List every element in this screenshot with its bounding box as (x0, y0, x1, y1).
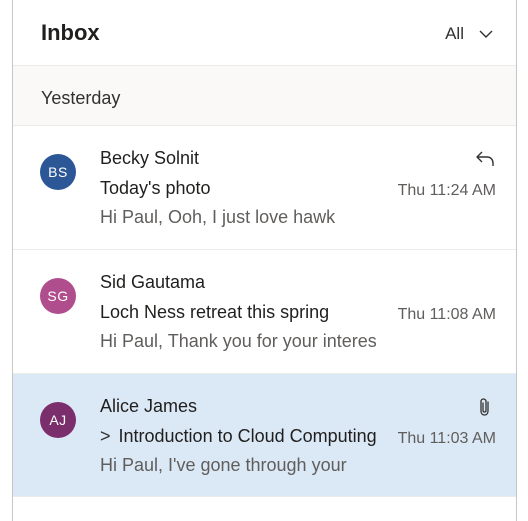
message-preview: Hi Paul, Thank you for your interest (100, 331, 376, 351)
message-list-pane: Inbox All Yesterday BS Becky Solnit Toda… (12, 0, 517, 521)
avatar: AJ (40, 402, 76, 438)
message-subject: > Introduction to Cloud Computing (100, 426, 376, 447)
chevron-down-icon (479, 30, 493, 38)
group-header-yesterday: Yesterday (13, 66, 516, 126)
message-preview: Hi Paul, I've gone through your (100, 455, 347, 475)
message-subject: Loch Ness retreat this spring (100, 302, 330, 322)
group-label: Yesterday (41, 88, 121, 108)
thread-expand-icon[interactable]: > (100, 426, 111, 446)
message-item-selected[interactable]: AJ Alice James > Introduction to Cloud Co… (13, 374, 516, 497)
page-title: Inbox (41, 20, 100, 45)
message-item[interactable]: BS Becky Solnit Today's photo Thu 11:24 … (13, 126, 516, 250)
reply-icon[interactable] (474, 148, 496, 170)
message-sender: Becky Solnit (100, 148, 200, 168)
filter-label: All (445, 24, 464, 43)
avatar: SG (40, 278, 76, 314)
inbox-header: Inbox All (13, 0, 516, 66)
avatar: BS (40, 154, 76, 190)
message-time: Thu 11:03 AM (397, 430, 496, 447)
message-subject: Today's photo (100, 178, 211, 198)
filter-dropdown[interactable]: All (445, 22, 494, 46)
message-item[interactable]: SG Sid Gautama Loch Ness retreat this sp… (13, 250, 516, 374)
message-subject-text: Introduction to Cloud Computing (118, 426, 376, 446)
message-sender: Alice James (100, 396, 198, 416)
paperclip-icon (480, 398, 489, 416)
message-time: Thu 11:24 AM (397, 182, 496, 199)
message-time: Thu 11:08 AM (397, 306, 496, 323)
message-sender: Sid Gautama (100, 272, 206, 292)
message-preview: Hi Paul, Ooh, I just love hawk (100, 207, 336, 227)
